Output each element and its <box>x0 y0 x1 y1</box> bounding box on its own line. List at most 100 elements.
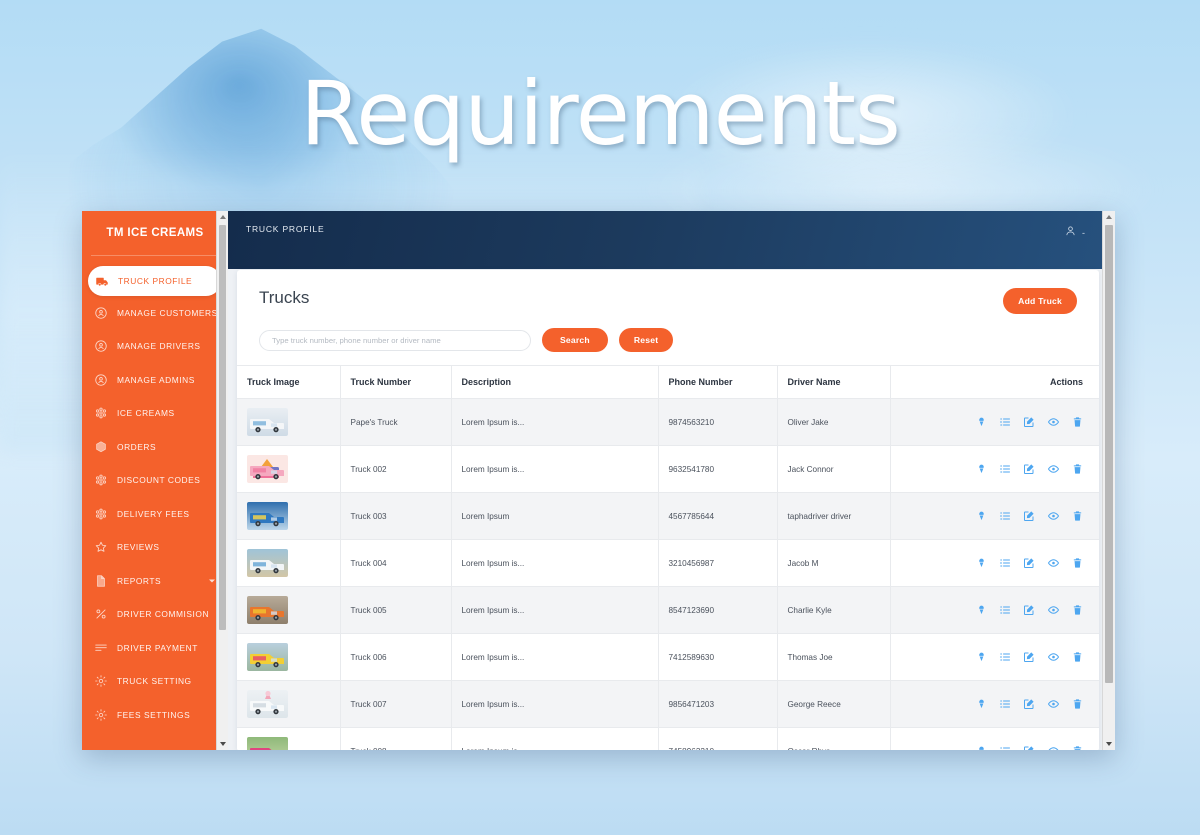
description-cell: Lorem Ipsum is... <box>451 727 659 750</box>
sidebar-scroll-up-arrow[interactable] <box>217 211 228 223</box>
sidebar-item-truck-profile[interactable]: TRUCK PROFILE <box>88 266 221 296</box>
trash-icon[interactable] <box>1072 698 1083 710</box>
sidebar-item-fees-settings[interactable]: FEES SETTINGS <box>82 698 228 732</box>
page-scroll-up-arrow[interactable] <box>1103 211 1115 223</box>
ice-cream-cone-icon[interactable] <box>976 745 987 750</box>
ice-cream-cone-icon[interactable] <box>976 604 987 616</box>
sidebar-scroll-thumb[interactable] <box>219 225 226 630</box>
trash-icon[interactable] <box>1072 604 1083 616</box>
sidebar-item-label: FEES SETTINGS <box>117 709 191 720</box>
edit-icon[interactable] <box>1023 510 1035 522</box>
list-icon[interactable] <box>999 510 1011 522</box>
table-row: Truck 006 Lorem Ipsum is... 7412589630 Thom… <box>237 633 1099 681</box>
sidebar-scrollbar[interactable] <box>216 211 228 750</box>
actions-cell <box>890 539 1099 587</box>
reset-button[interactable]: Reset <box>618 328 674 352</box>
sidebar-scroll-down-arrow[interactable] <box>217 738 228 750</box>
list-icon[interactable] <box>999 604 1011 616</box>
sidebar-item-manage-drivers[interactable]: MANAGE DRIVERS <box>82 330 228 364</box>
description-cell: Lorem Ipsum is... <box>451 539 659 587</box>
eye-icon[interactable] <box>1047 557 1060 569</box>
list-icon[interactable] <box>999 698 1011 710</box>
sidebar-item-reviews[interactable]: REVIEWS <box>82 531 228 565</box>
sidebar-item-label: MANAGE CUSTOMERS <box>117 307 218 318</box>
trash-icon[interactable] <box>1072 463 1083 475</box>
main-area: TRUCK PROFILE - Trucks Add Truck Search … <box>228 211 1115 750</box>
sidebar-item-driver-commision[interactable]: DRIVER COMMISION <box>82 598 228 632</box>
trash-icon[interactable] <box>1072 651 1083 663</box>
driver-name-cell: Charlie Kyle <box>777 586 891 634</box>
truck-photo-white-van <box>247 408 288 436</box>
list-icon[interactable] <box>999 463 1011 475</box>
sidebar-item-reports[interactable]: REPORTS <box>82 564 228 598</box>
eye-icon[interactable] <box>1047 463 1060 475</box>
sidebar-item-truck-setting[interactable]: TRUCK SETTING <box>82 665 228 699</box>
trash-icon[interactable] <box>1072 510 1083 522</box>
search-input[interactable] <box>259 329 531 351</box>
page-scroll-thumb[interactable] <box>1105 225 1113 683</box>
truck-image-cell <box>237 539 341 587</box>
edit-icon[interactable] <box>1023 416 1035 428</box>
hexagon-icon <box>93 439 109 455</box>
trash-icon[interactable] <box>1072 557 1083 569</box>
ice-cream-cone-icon[interactable] <box>976 651 987 663</box>
sidebar-item-ice-creams[interactable]: ICE CREAMS <box>82 397 228 431</box>
row-actions <box>901 416 1090 428</box>
sidebar-item-label: TRUCK SETTING <box>117 676 192 687</box>
truck-image-cell <box>237 586 341 634</box>
list-icon[interactable] <box>999 416 1011 428</box>
snowflake-icon <box>93 506 109 522</box>
table-header-row: Truck Image Truck Number Description Phone … <box>237 365 1099 399</box>
eye-icon[interactable] <box>1047 416 1060 428</box>
ice-cream-cone-icon[interactable] <box>976 510 987 522</box>
page-scroll-down-arrow[interactable] <box>1103 738 1115 750</box>
column-header-description: Description <box>451 365 659 399</box>
add-truck-button[interactable]: Add Truck <box>1003 288 1077 314</box>
trucks-table-wrapper: Truck Image Truck Number Description Phone … <box>237 365 1099 750</box>
eye-icon[interactable] <box>1047 698 1060 710</box>
sidebar-item-label: DRIVER PAYMENT <box>117 642 198 653</box>
sidebar-item-discount-codes[interactable]: DISCOUNT CODES <box>82 464 228 498</box>
gear-icon <box>93 673 109 689</box>
truck-image-cell <box>237 492 341 540</box>
edit-icon[interactable] <box>1023 463 1035 475</box>
edit-icon[interactable] <box>1023 698 1035 710</box>
sidebar-item-manage-customers[interactable]: MANAGE CUSTOMERS <box>82 296 228 330</box>
search-button[interactable]: Search <box>542 328 608 352</box>
list-icon[interactable] <box>999 745 1011 750</box>
ice-cream-cone-icon[interactable] <box>976 463 987 475</box>
eye-icon[interactable] <box>1047 604 1060 616</box>
truck-image-cell <box>237 398 341 446</box>
ice-cream-cone-icon[interactable] <box>976 416 987 428</box>
sidebar-item-label: DISCOUNT CODES <box>117 475 201 486</box>
sidebar-item-delivery-fees[interactable]: DELIVERY FEES <box>82 497 228 531</box>
sidebar: TM ICE CREAMS TRUCK PROFILE MANAGE CUSTOM… <box>82 211 228 750</box>
truck-number-cell: Truck 005 <box>340 586 452 634</box>
trash-icon[interactable] <box>1072 416 1083 428</box>
sidebar-item-orders[interactable]: ORDERS <box>82 430 228 464</box>
row-actions <box>901 651 1090 663</box>
eye-icon[interactable] <box>1047 745 1060 750</box>
sidebar-item-driver-payment[interactable]: DRIVER PAYMENT <box>82 631 228 665</box>
page-scrollbar[interactable] <box>1102 211 1115 750</box>
list-icon[interactable] <box>999 557 1011 569</box>
edit-icon[interactable] <box>1023 557 1035 569</box>
list-icon[interactable] <box>999 651 1011 663</box>
ice-cream-cone-icon[interactable] <box>976 557 987 569</box>
truck-image-cell <box>237 633 341 681</box>
chevron-down-icon[interactable] <box>209 579 215 583</box>
truck-image-cell <box>237 727 341 750</box>
sidebar-item-manage-admins[interactable]: MANAGE ADMINS <box>82 363 228 397</box>
user-menu[interactable]: - <box>1065 224 1085 242</box>
trash-icon[interactable] <box>1072 745 1083 750</box>
edit-icon[interactable] <box>1023 651 1035 663</box>
eye-icon[interactable] <box>1047 510 1060 522</box>
ice-cream-cone-icon[interactable] <box>976 698 987 710</box>
truck-photo-blue-van <box>247 502 288 530</box>
edit-icon[interactable] <box>1023 745 1035 750</box>
driver-name-cell: Thomas Joe <box>777 633 891 681</box>
description-cell: Lorem Ipsum is... <box>451 398 659 446</box>
eye-icon[interactable] <box>1047 651 1060 663</box>
edit-icon[interactable] <box>1023 604 1035 616</box>
description-cell: Lorem Ipsum is... <box>451 586 659 634</box>
